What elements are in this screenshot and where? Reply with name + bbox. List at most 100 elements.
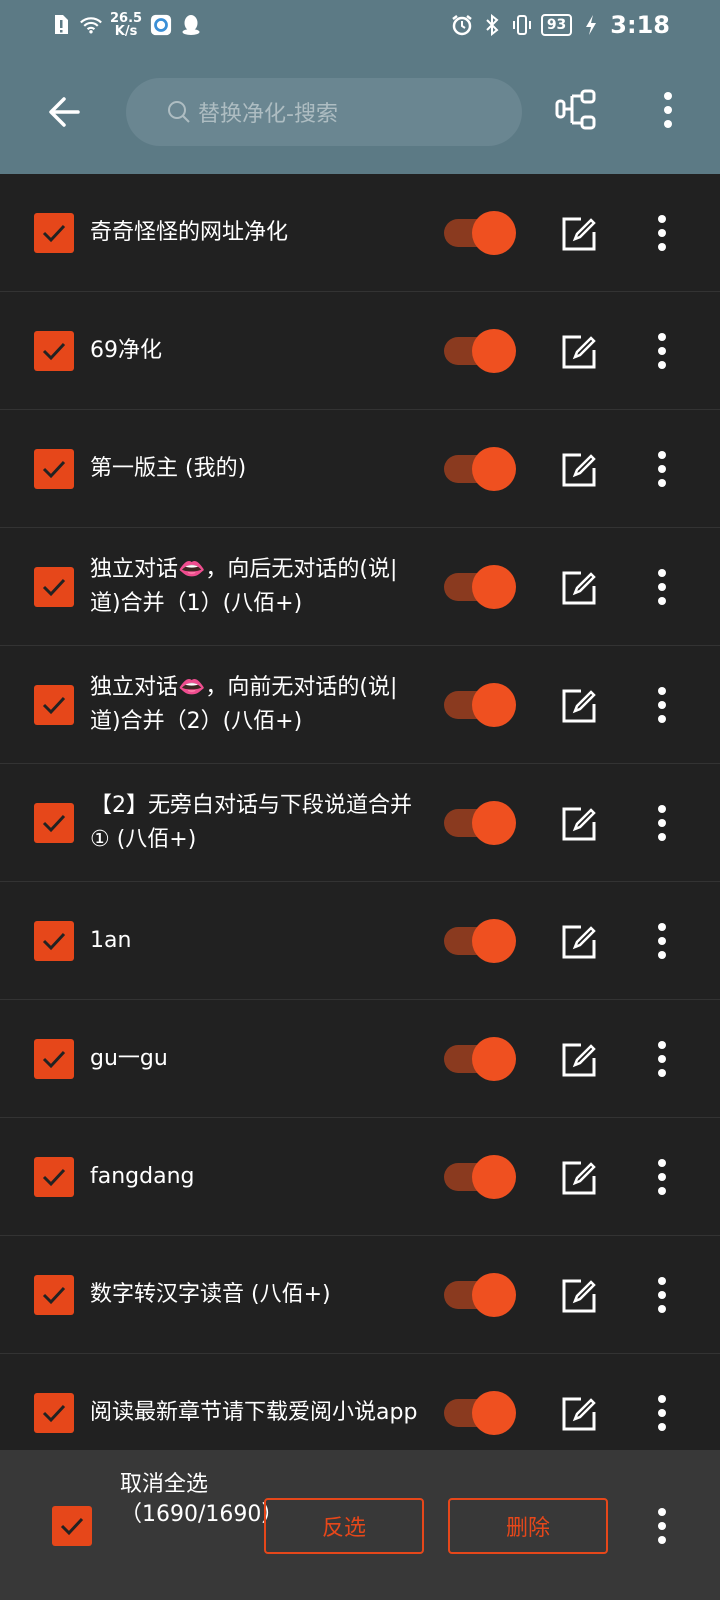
edit-button[interactable]: [558, 567, 600, 609]
enable-toggle[interactable]: [444, 683, 520, 727]
rule-name: fangdang: [90, 1164, 195, 1189]
row-checkbox[interactable]: [34, 921, 74, 961]
row-checkbox[interactable]: [34, 449, 74, 489]
clock: 3:18: [610, 11, 670, 39]
bluetooth-icon: [481, 14, 503, 36]
edit-button[interactable]: [558, 1039, 600, 1081]
alarm-icon: [451, 14, 473, 36]
enable-toggle[interactable]: [444, 1037, 520, 1081]
row-checkbox[interactable]: [34, 1393, 74, 1433]
row-more-button[interactable]: [640, 329, 684, 373]
row-checkbox[interactable]: [34, 685, 74, 725]
edit-button[interactable]: [558, 803, 600, 845]
more-vertical-icon: [658, 687, 666, 723]
toggle-thumb: [472, 683, 516, 727]
rule-name: 独立对话👄，向后无对话的(说|道)合并（1）(八佰+): [90, 557, 398, 616]
row-more-button[interactable]: [640, 1037, 684, 1081]
edit-button[interactable]: [558, 685, 600, 727]
enable-toggle[interactable]: [444, 447, 520, 491]
row-more-button[interactable]: [640, 565, 684, 609]
edit-button[interactable]: [558, 1393, 600, 1435]
row-checkbox[interactable]: [34, 567, 74, 607]
checkmark-icon: [42, 932, 66, 951]
enable-toggle[interactable]: [444, 1155, 520, 1199]
row-checkbox[interactable]: [34, 1039, 74, 1079]
enable-toggle[interactable]: [444, 1391, 520, 1435]
more-vertical-icon: [658, 1508, 666, 1544]
arrow-left-icon: [49, 97, 80, 127]
edit-button[interactable]: [558, 331, 600, 373]
checkmark-icon: [42, 1168, 66, 1187]
row-more-button[interactable]: [640, 919, 684, 963]
list-item: 独立对话👄，向后无对话的(说|道)合并（1）(八佰+): [0, 528, 720, 646]
checkmark-icon: [42, 1050, 66, 1069]
row-checkbox[interactable]: [34, 1157, 74, 1197]
enable-toggle[interactable]: [444, 565, 520, 609]
sim-alert-icon: [50, 14, 72, 36]
more-vertical-icon: [658, 923, 666, 959]
toggle-thumb: [472, 1273, 516, 1317]
row-checkbox[interactable]: [34, 1275, 74, 1315]
toggle-thumb: [472, 1391, 516, 1435]
checkmark-icon: [42, 578, 66, 597]
edit-button[interactable]: [558, 1157, 600, 1199]
vibrate-icon: [511, 14, 533, 36]
more-vertical-icon: [658, 805, 666, 841]
edit-icon: [562, 1397, 596, 1431]
row-more-button[interactable]: [640, 801, 684, 845]
enable-toggle[interactable]: [444, 1273, 520, 1317]
more-vertical-icon: [664, 92, 672, 128]
list-item: 【2】无旁白对话与下段说道合并① (八佰+): [0, 764, 720, 882]
back-button[interactable]: [36, 84, 92, 140]
enable-toggle[interactable]: [444, 801, 520, 845]
row-more-button[interactable]: [640, 1391, 684, 1435]
battery-level: 93: [540, 14, 573, 36]
select-all-checkbox[interactable]: [52, 1506, 92, 1546]
list-item: 69净化: [0, 292, 720, 410]
rule-name: 1an: [90, 928, 132, 953]
row-checkbox[interactable]: [34, 803, 74, 843]
toggle-thumb: [472, 211, 516, 255]
rule-name: 独立对话👄，向前无对话的(说|道)合并（2）(八佰+): [90, 675, 398, 734]
status-bar: 26.5 K/s 93 3:18: [0, 0, 720, 50]
status-right: 93 3:18: [451, 8, 670, 42]
edit-button[interactable]: [558, 921, 600, 963]
more-vertical-icon: [658, 569, 666, 605]
edit-button[interactable]: [558, 213, 600, 255]
rule-name: 数字转汉字读音 (八佰+): [90, 1282, 331, 1307]
list-item: 第一版主 (我的): [0, 410, 720, 528]
checkmark-icon: [42, 696, 66, 715]
group-button[interactable]: [548, 82, 604, 138]
enable-toggle[interactable]: [444, 329, 520, 373]
toggle-thumb: [472, 801, 516, 845]
edit-button[interactable]: [558, 449, 600, 491]
edit-button[interactable]: [558, 1275, 600, 1317]
row-more-button[interactable]: [640, 447, 684, 491]
row-checkbox[interactable]: [34, 213, 74, 253]
checkmark-icon: [42, 460, 66, 479]
enable-toggle[interactable]: [444, 211, 520, 255]
row-more-button[interactable]: [640, 211, 684, 255]
search-input[interactable]: 替换净化-搜索: [126, 78, 522, 146]
edit-icon: [562, 1279, 596, 1313]
list-item: 奇奇怪怪的网址净化: [0, 174, 720, 292]
row-more-button[interactable]: [640, 683, 684, 727]
rule-list[interactable]: 奇奇怪怪的网址净化 69净化 第一版主 (我的) 独立对话👄，向后无对话的(说|…: [0, 174, 720, 1450]
edit-icon: [562, 925, 596, 959]
checkmark-icon: [42, 1286, 66, 1305]
select-all-label: 取消全选（1690/1690）: [120, 1472, 284, 1527]
bottom-bar: 取消全选（1690/1690） 反选 删除: [0, 1450, 720, 1600]
bottom-more-button[interactable]: [640, 1504, 684, 1548]
invert-selection-button[interactable]: 反选: [264, 1498, 424, 1554]
enable-toggle[interactable]: [444, 919, 520, 963]
delete-button[interactable]: 删除: [448, 1498, 608, 1554]
header: 26.5 K/s 93 3:18 替换净化-搜索: [0, 0, 720, 174]
row-more-button[interactable]: [640, 1273, 684, 1317]
row-checkbox[interactable]: [34, 331, 74, 371]
edit-icon: [562, 1043, 596, 1077]
more-options-button[interactable]: [640, 82, 696, 138]
row-more-button[interactable]: [640, 1155, 684, 1199]
list-item: 独立对话👄，向前无对话的(说|道)合并（2）(八佰+): [0, 646, 720, 764]
toggle-thumb: [472, 1037, 516, 1081]
status-left: 26.5 K/s: [50, 8, 202, 42]
